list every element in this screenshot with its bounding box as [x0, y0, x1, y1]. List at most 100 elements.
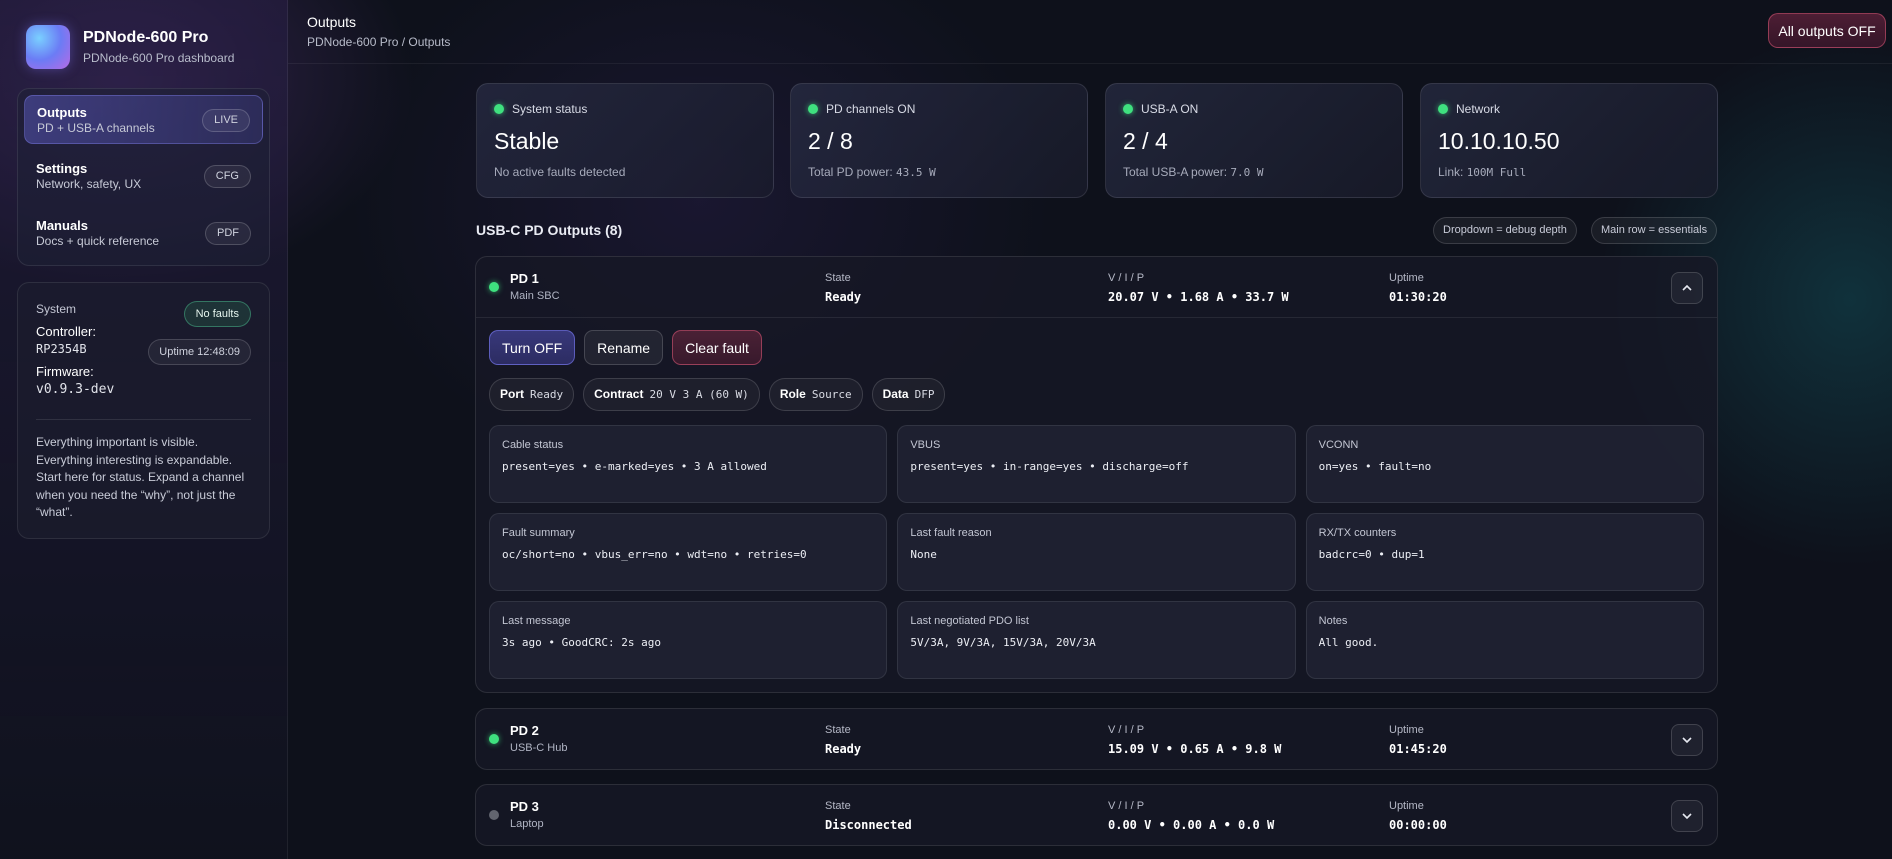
info-value: present=yes • in-range=yes • discharge=o…	[910, 460, 1189, 473]
uptime-label: Uptime	[1389, 800, 1424, 812]
info-value: badcrc=0 • dup=1	[1318, 548, 1425, 561]
info-card-last-fault: Last fault reason None	[897, 513, 1296, 591]
hint-chip: Main row = essentials	[1591, 217, 1718, 244]
nav-item-outputs[interactable]: Outputs PD + USB-A channels LIVE	[24, 95, 263, 144]
top-bar: Outputs PDNode-600 Pro / Outputs All out…	[288, 0, 1892, 64]
info-card-vconn: VCONN on=yes • fault=no	[1305, 425, 1704, 503]
info-label: Last message	[502, 615, 571, 627]
chip-value: 20 V 3 A (60 W)	[649, 388, 749, 401]
stat-label: USB-A ON	[1141, 102, 1199, 116]
system-note: Everything important is visible. Everyth…	[36, 435, 245, 519]
hint-chip: Dropdown = debug depth	[1433, 217, 1577, 244]
chip-value: DFP	[914, 388, 935, 401]
nav-badge: LIVE	[202, 109, 250, 132]
vip-value: 15.09 V • 0.65 A • 9.8 W	[1108, 742, 1282, 756]
stat-foot-text: No active faults detected	[494, 165, 626, 179]
chip-value: Ready	[530, 388, 564, 401]
rename-button[interactable]: Rename	[584, 330, 664, 365]
channel-name: PD 1	[510, 271, 539, 286]
chevron-up-icon[interactable]	[1671, 272, 1703, 304]
channel-row[interactable]: PD 3 Laptop State Disconnected V / I / P…	[476, 785, 1717, 845]
stat-foot-text: Total PD power:	[808, 165, 897, 179]
nav-badge: CFG	[203, 165, 251, 188]
vip-label: V / I / P	[1108, 272, 1145, 284]
section-title: USB-C PD Outputs (8)	[476, 222, 623, 238]
info-value: All good.	[1318, 636, 1379, 649]
status-dot-icon	[489, 734, 499, 744]
channel-name: PD 2	[510, 723, 539, 738]
uptime-value: 00:00:00	[1389, 818, 1447, 832]
firmware-value: v0.9.3-dev	[36, 382, 115, 397]
uptime-badge: Uptime 12:48:09	[148, 339, 251, 365]
chip-data: Data DFP	[871, 378, 946, 411]
stat-label: System status	[512, 102, 588, 116]
channel-row[interactable]: PD 1 Main SBC State Ready V / I / P 20.0…	[476, 257, 1717, 317]
turn-off-button[interactable]: Turn OFF	[489, 330, 576, 365]
channel-row[interactable]: PD 2 USB-C Hub State Ready V / I / P 15.…	[476, 709, 1717, 769]
status-dot-icon	[494, 104, 504, 114]
nav-item-settings[interactable]: Settings Network, safety, UX CFG	[24, 152, 263, 201]
info-card-notes: Notes All good.	[1305, 601, 1704, 679]
info-label: Notes	[1318, 615, 1348, 627]
info-card-rxtx: RX/TX counters badcrc=0 • dup=1	[1305, 513, 1704, 591]
status-dot-icon	[1123, 104, 1133, 114]
info-value: None	[910, 548, 937, 561]
channel-label: Main SBC	[510, 290, 560, 302]
vip-value: 20.07 V • 1.68 A • 33.7 W	[1108, 290, 1289, 304]
stat-foot-text: Total USB-A power:	[1123, 165, 1231, 179]
stat-card-network: Network 10.10.10.50 Link: 100M Full	[1420, 83, 1718, 198]
status-dot-icon	[808, 104, 818, 114]
status-dot-icon	[489, 282, 499, 292]
page-title: Outputs	[307, 14, 357, 30]
info-card-pdo-list: Last negotiated PDO list 5V/3A, 9V/3A, 15…	[897, 601, 1296, 679]
firmware-key: Firmware:	[36, 364, 94, 379]
channel-card-pd2: PD 2 USB-C Hub State Ready V / I / P 15.…	[475, 708, 1718, 770]
info-value: present=yes • e-marked=yes • 3 A allowed	[502, 460, 767, 473]
status-badge: No faults	[183, 301, 251, 327]
uptime-label: Uptime	[1389, 724, 1424, 736]
stat-value: 10.10.10.50	[1438, 128, 1560, 154]
channel-label: USB-C Hub	[510, 742, 568, 754]
info-value: on=yes • fault=no	[1318, 460, 1432, 473]
stat-value: 2 / 4	[1123, 128, 1168, 154]
chevron-down-icon[interactable]	[1671, 800, 1703, 832]
nav-item-manuals[interactable]: Manuals Docs + quick reference PDF	[24, 209, 263, 258]
vip-value: 0.00 V • 0.00 A • 0.0 W	[1108, 818, 1275, 832]
channel-name: PD 3	[510, 799, 539, 814]
vip-label: V / I / P	[1108, 800, 1145, 812]
chevron-down-icon[interactable]	[1671, 724, 1703, 756]
stat-value: Stable	[494, 128, 560, 154]
state-value: Disconnected	[825, 818, 912, 832]
all-outputs-off-button[interactable]: All outputs OFF	[1768, 13, 1886, 48]
state-label: State	[825, 800, 851, 812]
chip-contract: Contract 20 V 3 A (60 W)	[583, 378, 760, 411]
info-value: oc/short=no • vbus_err=no • wdt=no • ret…	[502, 548, 807, 561]
channel-card-pd3: PD 3 Laptop State Disconnected V / I / P…	[475, 784, 1718, 846]
info-label: Last negotiated PDO list	[910, 615, 1029, 627]
info-label: VBUS	[910, 439, 941, 451]
info-value: 3s ago • GoodCRC: 2s ago	[502, 636, 661, 649]
system-card: System No faults Controller: RP2354B Upt…	[17, 282, 270, 539]
info-label: Last fault reason	[910, 527, 992, 539]
state-value: Ready	[825, 742, 862, 756]
divider	[36, 419, 251, 420]
status-dot-icon	[1438, 104, 1448, 114]
stat-card-usba: USB-A ON 2 / 4 Total USB-A power: 7.0 W	[1105, 83, 1403, 198]
info-label: Cable status	[502, 439, 564, 451]
vip-label: V / I / P	[1108, 724, 1145, 736]
info-card-fault-summary: Fault summary oc/short=no • vbus_err=no •…	[489, 513, 888, 591]
info-label: RX/TX counters	[1318, 527, 1397, 539]
stat-foot-value: 100M Full	[1466, 166, 1527, 179]
chip-key: Port	[500, 387, 524, 401]
info-card-last-message: Last message 3s ago • GoodCRC: 2s ago	[489, 601, 888, 679]
info-value: 5V/3A, 9V/3A, 15V/3A, 20V/3A	[910, 636, 1096, 649]
uptime-label: Uptime	[1389, 272, 1424, 284]
clear-fault-button[interactable]: Clear fault	[672, 330, 762, 365]
brand-logo	[26, 25, 70, 69]
channel-detail: Turn OFF Rename Clear fault Port Ready Co…	[476, 317, 1717, 692]
info-label: Fault summary	[502, 527, 575, 539]
info-card-cable-status: Cable status present=yes • e-marked=yes •…	[489, 425, 888, 503]
stat-card-system-status: System status Stable No active faults de…	[476, 83, 774, 198]
status-dot-icon	[489, 810, 499, 820]
uptime-value: 01:30:20	[1389, 290, 1447, 304]
